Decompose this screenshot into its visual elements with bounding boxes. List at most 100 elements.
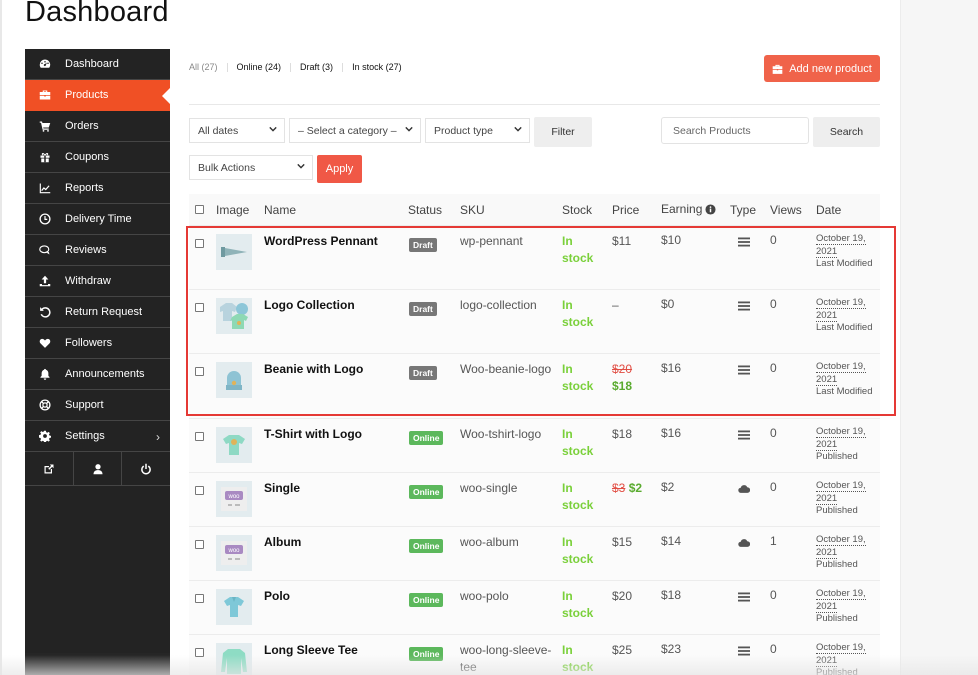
product-price: $20 [612, 588, 632, 605]
menu-icon [738, 643, 750, 661]
product-thumbnail[interactable] [216, 234, 252, 270]
status-badge-label: Online [409, 593, 443, 607]
filter-button[interactable]: Filter [534, 117, 592, 147]
stock-status: In stock [562, 426, 602, 460]
product-thumbnail[interactable] [216, 298, 252, 334]
row-checkbox[interactable] [195, 303, 204, 312]
product-thumbnail[interactable]: woo [216, 481, 252, 517]
sidebar-item-products[interactable]: Products [25, 80, 170, 111]
sidebar-item-followers[interactable]: Followers [25, 328, 170, 359]
price-value: $18 [612, 427, 632, 441]
sidebar-item-label: Settings [65, 430, 105, 442]
product-name-link[interactable]: Beanie with Logo [264, 362, 363, 376]
product-thumbnail[interactable]: woo [216, 535, 252, 571]
sidebar-item-delivery-time[interactable]: Delivery Time [25, 204, 170, 235]
bulk-actions-select[interactable]: Bulk Actions [189, 155, 313, 180]
sidebar-item-label: Products [65, 89, 108, 101]
date-value: October 19, 2021 [816, 426, 866, 451]
user-icon [92, 463, 104, 475]
search-button[interactable]: Search [813, 117, 880, 147]
product-name-link[interactable]: Long Sleeve Tee [264, 643, 358, 657]
product-type-select-value: Product type [434, 125, 493, 137]
product-thumbnail[interactable] [216, 427, 252, 463]
price-value: $15 [612, 535, 632, 549]
logout-button[interactable] [122, 452, 170, 485]
add-new-product-button[interactable]: Add new product [764, 55, 880, 82]
product-date: October 19, 2021Published [816, 642, 878, 675]
status-badge: Online [409, 590, 443, 608]
product-thumbnail[interactable] [216, 643, 252, 675]
row-checkbox[interactable] [195, 540, 204, 549]
chevron-down-icon [514, 125, 522, 133]
product-name-link[interactable]: T-Shirt with Logo [264, 427, 362, 441]
apply-button[interactable]: Apply [317, 155, 362, 183]
product-earning: $16 [661, 426, 681, 440]
product-sku: Woo-beanie-logo [460, 361, 555, 378]
sidebar-item-orders[interactable]: Orders [25, 111, 170, 142]
row-checkbox[interactable] [195, 432, 204, 441]
product-thumbnail[interactable] [216, 589, 252, 625]
price-sale: $2 [629, 481, 642, 495]
product-date: October 19, 2021Published [816, 426, 878, 464]
power-icon [140, 463, 152, 475]
date-note: Last Modified [816, 322, 873, 333]
product-thumbnail[interactable] [216, 362, 252, 398]
sidebar-bottom-actions [25, 452, 170, 486]
stock-status: In stock [562, 480, 602, 514]
right-gutter [900, 0, 978, 675]
sidebar-item-withdraw[interactable]: Withdraw [25, 266, 170, 297]
product-views: 1 [770, 534, 777, 548]
price-regular: $3 [612, 481, 625, 495]
row-checkbox[interactable] [195, 239, 204, 248]
product-name-link[interactable]: Polo [264, 589, 290, 603]
sidebar-item-coupons[interactable]: Coupons [25, 142, 170, 173]
table-row: Logo CollectionDraftlogo-collectionIn st… [189, 289, 880, 353]
gift-icon [25, 151, 65, 163]
tab-in-stock[interactable]: In stock (27) [352, 62, 402, 72]
dates-select[interactable]: All dates [189, 118, 285, 143]
sidebar-item-reports[interactable]: Reports [25, 173, 170, 204]
visit-store-button[interactable] [25, 452, 74, 485]
stock-status: In stock [562, 534, 602, 568]
date-value: October 19, 2021 [816, 233, 866, 258]
product-name-link[interactable]: WordPress Pennant [264, 234, 378, 248]
price-value: $11 [612, 234, 631, 248]
info-icon[interactable] [705, 204, 716, 215]
category-select[interactable]: – Select a category – [289, 118, 421, 143]
product-sku: wp-pennant [460, 233, 555, 250]
product-earning: $2 [661, 480, 674, 494]
sidebar-item-announcements[interactable]: Announcements [25, 359, 170, 390]
sidebar-item-reviews[interactable]: Reviews [25, 235, 170, 266]
sidebar-item-return-request[interactable]: Return Request [25, 297, 170, 328]
menu-icon [738, 234, 750, 252]
select-all-checkbox[interactable] [195, 205, 204, 214]
stock-status: In stock [562, 588, 602, 622]
sidebar-item-settings[interactable]: Settings› [25, 421, 170, 452]
row-checkbox[interactable] [195, 648, 204, 657]
stock-status: In stock [562, 361, 602, 395]
header-sku[interactable]: SKU [460, 203, 485, 217]
header-date[interactable]: Date [816, 203, 841, 217]
row-checkbox[interactable] [195, 486, 204, 495]
product-name-link[interactable]: Logo Collection [264, 298, 355, 312]
price-sale: $18 [612, 379, 632, 393]
stock-status: In stock [562, 297, 602, 331]
date-note: Published [816, 505, 858, 516]
header-name[interactable]: Name [264, 203, 296, 217]
menu-icon [738, 362, 750, 380]
product-type-select[interactable]: Product type [425, 118, 530, 143]
header-price[interactable]: Price [612, 203, 639, 217]
tab-online[interactable]: Online (24) [237, 62, 282, 72]
sidebar-item-dashboard[interactable]: Dashboard [25, 49, 170, 80]
search-products-input[interactable] [661, 117, 809, 144]
product-price: $20$18 [612, 361, 632, 395]
tab-draft[interactable]: Draft (3) [300, 62, 333, 72]
product-name-link[interactable]: Single [264, 481, 300, 495]
tab-separator [290, 63, 291, 72]
profile-button[interactable] [74, 452, 123, 485]
tab-all[interactable]: All (27) [189, 62, 218, 72]
sidebar-item-support[interactable]: Support [25, 390, 170, 421]
row-checkbox[interactable] [195, 367, 204, 376]
row-checkbox[interactable] [195, 594, 204, 603]
product-name-link[interactable]: Album [264, 535, 301, 549]
